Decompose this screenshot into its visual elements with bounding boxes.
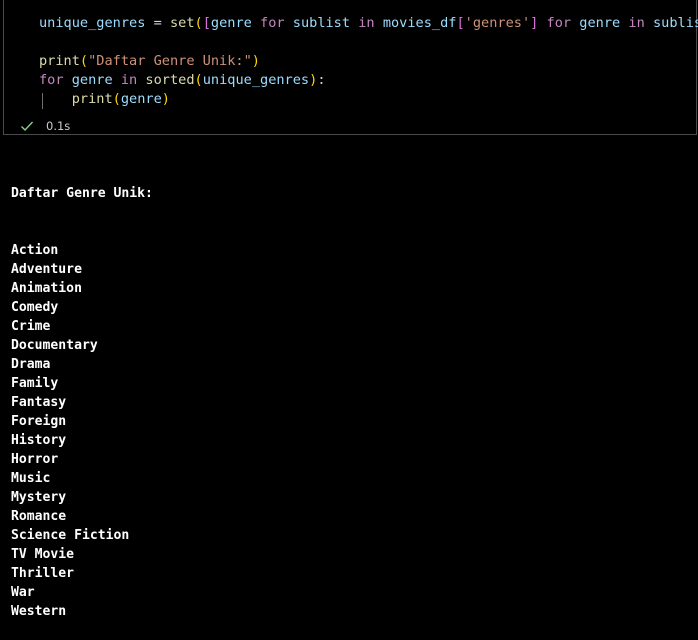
code-token: (	[112, 91, 121, 107]
genre-list: Action Adventure Animation Comedy Crime Docum…	[11, 241, 153, 621]
code-token: for	[39, 72, 64, 88]
code-token: for	[546, 15, 572, 31]
code-token: genre	[71, 72, 113, 88]
code-token: unique_genres	[39, 15, 146, 31]
code-token: print	[39, 53, 80, 69]
code-token: )	[251, 53, 260, 69]
code-line: print("Daftar Genre Unik:")	[39, 52, 698, 71]
execution-status: 0.1s	[20, 117, 70, 135]
code-token: [	[456, 15, 465, 31]
output-line: Western	[11, 604, 67, 619]
code-line: print(genre)	[39, 90, 698, 109]
output-line: Crime	[11, 319, 51, 334]
code-token: print	[71, 91, 113, 107]
output-line: Horror	[11, 452, 59, 467]
code-token: :	[317, 72, 326, 88]
output-line: Romance	[11, 509, 67, 524]
output-line: Comedy	[11, 300, 59, 315]
code-token: in	[358, 15, 375, 31]
code-token: "Daftar Genre Unik:"	[88, 53, 252, 69]
code-token: in	[120, 72, 138, 88]
output-line: Thriller	[11, 566, 75, 581]
output-line: Animation	[11, 281, 82, 296]
code-token: (	[79, 53, 89, 69]
code-token: (	[194, 15, 203, 31]
code-token: )	[161, 91, 170, 107]
code-line: unique_genres = set([genre for sublist i…	[39, 14, 698, 33]
code-token: movies_df	[382, 15, 457, 31]
code-token: genre	[579, 15, 621, 31]
output-line: Foreign	[11, 414, 67, 429]
execution-duration: 0.1s	[46, 119, 71, 133]
output-line: Action	[11, 243, 59, 258]
output-heading: Daftar Genre Unik:	[11, 186, 153, 201]
code-token: for	[260, 15, 285, 31]
cell-output: Daftar Genre Unik: Action Adventure Animat…	[11, 146, 153, 640]
output-line: Adventure	[11, 262, 82, 277]
code-token: genre	[210, 15, 252, 31]
output-line: Family	[11, 376, 59, 391]
code-token: sorted	[145, 72, 195, 88]
output-line: Music	[11, 471, 51, 486]
output-line: Science Fiction	[11, 528, 130, 543]
output-line: Drama	[11, 357, 51, 372]
code-token: [	[202, 15, 211, 31]
output-line: Documentary	[11, 338, 98, 353]
code-cell[interactable]: unique_genres = set([genre for sublist i…	[3, 0, 698, 135]
indent-guide	[42, 93, 43, 109]
code-token: in	[628, 15, 645, 31]
code-token: sublist	[292, 15, 351, 31]
output-line: Fantasy	[11, 395, 67, 410]
output-line: Mystery	[11, 490, 67, 505]
code-token: genre	[120, 91, 162, 107]
code-token: set	[169, 15, 195, 31]
output-line: TV Movie	[11, 547, 75, 562]
output-line: War	[11, 585, 35, 600]
code-editor[interactable]: unique_genres = set([genre for sublist i…	[39, 14, 698, 109]
code-token: 'genres'	[464, 15, 531, 31]
code-token: =	[145, 15, 170, 31]
code-token: unique_genres	[202, 72, 310, 88]
output-line: History	[11, 433, 67, 448]
code-token: sublist	[652, 15, 698, 31]
check-icon	[21, 121, 34, 132]
code-token: (	[194, 72, 203, 88]
code-line: for genre in sorted(unique_genres):	[39, 71, 698, 90]
